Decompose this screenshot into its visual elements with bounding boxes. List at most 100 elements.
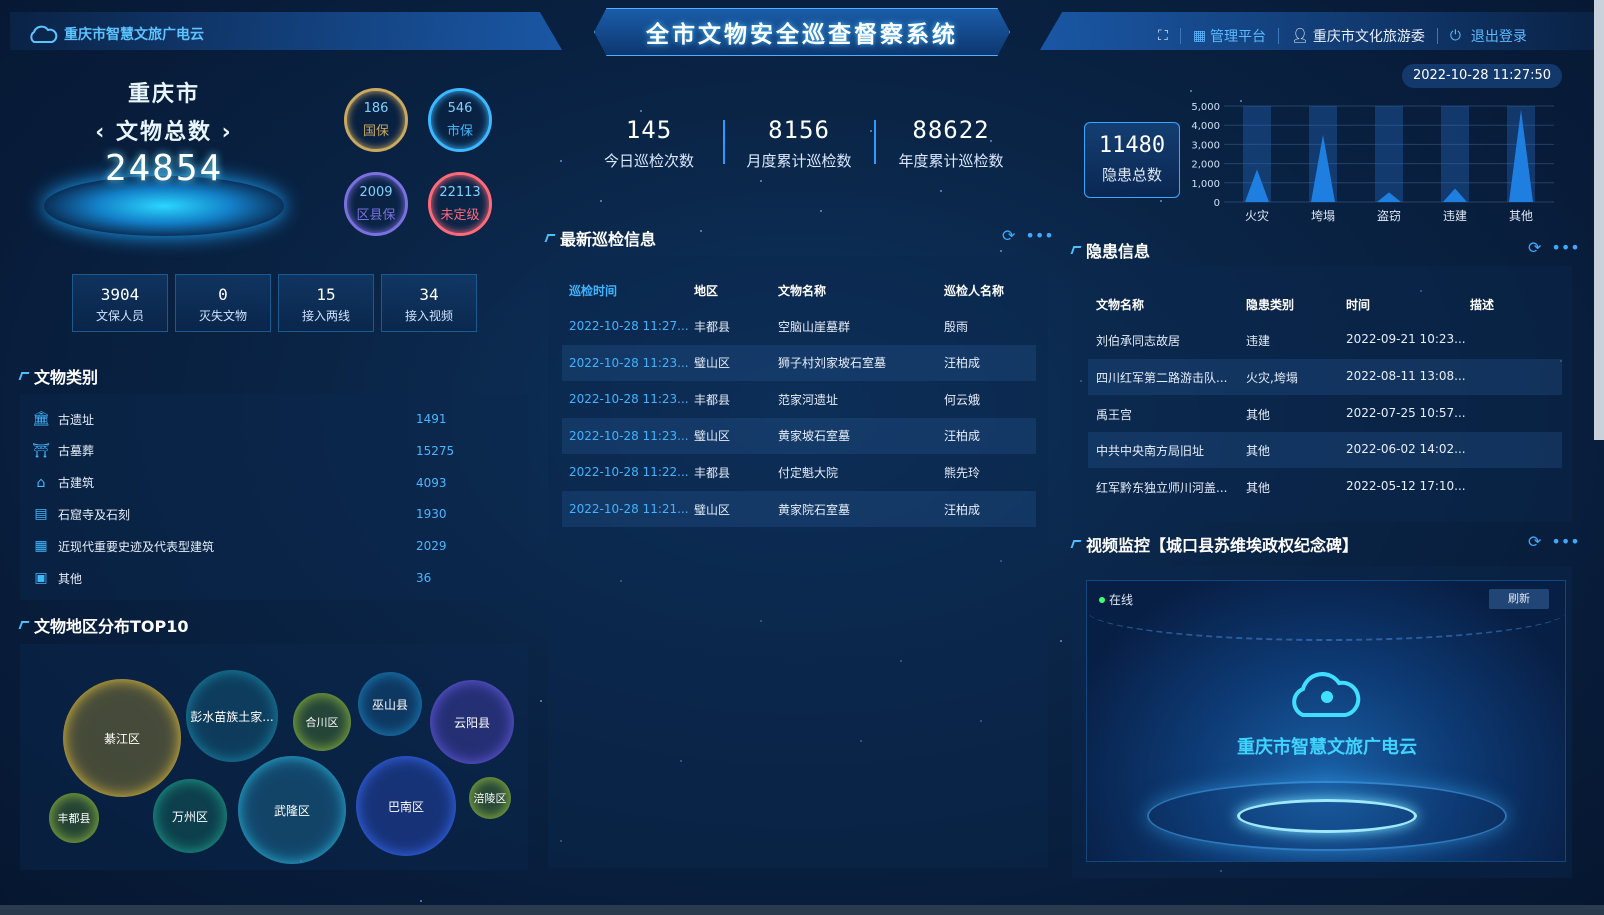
table-cell: 璧山区	[694, 429, 731, 444]
table-row[interactable]: 2022-10-28 11:27... 丰都县 空脑山崖墓群 殷雨	[562, 308, 1036, 344]
video-actions: ⟳ •••	[1528, 532, 1580, 551]
table-cell: 红军黔东独立师川河盖...	[1096, 481, 1228, 496]
protection-ring[interactable]: 186 国保	[344, 88, 408, 152]
column-header[interactable]: 隐患类别	[1246, 296, 1294, 313]
hazard-total-value: 11480	[1098, 133, 1166, 158]
region-bubble[interactable]: 彭水苗族土家...	[186, 670, 278, 762]
patrol-stat-label: 今日巡检次数	[603, 152, 694, 170]
table-row[interactable]: 四川红军第二路游击队... 火灾,垮塌 2022-08-11 13:08...	[1088, 358, 1562, 395]
logout-link[interactable]: ⏻ 退出登录	[1450, 26, 1527, 46]
region-bubble[interactable]: 万州区	[153, 779, 227, 853]
cloud-icon	[30, 25, 58, 43]
table-cell: 火灾,垮塌	[1246, 370, 1298, 385]
star-dot	[640, 110, 642, 112]
y-tick-label: 2,000	[1191, 160, 1220, 171]
table-row[interactable]: 中共中央南方局旧址 其他 2022-06-02 14:02...	[1088, 432, 1562, 469]
brand-text: 重庆市智慧文旅广电云	[64, 27, 204, 43]
category-row[interactable]: ⌂ 古建筑 4093	[32, 470, 502, 496]
table-row[interactable]: 禹王宫 其他 2022-07-25 10:57...	[1088, 396, 1562, 432]
category-row[interactable]: ▦ 近现代重要史迹及代表型建筑 2029	[32, 533, 502, 559]
nav-separator	[1278, 28, 1280, 44]
refresh-icon[interactable]: ⟳	[1528, 238, 1541, 257]
column-header[interactable]: 文物名称	[1096, 296, 1144, 313]
header-nav: ⛶ ▦ 管理平台 👤︎ 重庆市文化旅游委 ⏻ 退出登录	[1158, 26, 1527, 46]
protection-ring[interactable]: 22113 未定级	[428, 172, 492, 236]
table-row[interactable]: 2022-10-28 11:21... 璧山区 黄家院石室墓 汪柏成	[562, 491, 1036, 527]
region-bubble[interactable]: 涪陵区	[469, 777, 511, 819]
table-row[interactable]: 2022-10-28 11:23... 璧山区 狮子村刘家坡石室墓 汪柏成	[562, 344, 1036, 381]
grid-icon: ▦	[1192, 28, 1207, 44]
fullscreen-icon[interactable]: ⛶	[1158, 28, 1168, 44]
star-dot	[1060, 640, 1062, 642]
table-cell: 丰都县	[694, 392, 731, 407]
column-header[interactable]: 巡检时间	[569, 282, 617, 299]
table-cell: 范家河遗址	[778, 392, 839, 407]
x-tick-label: 违建	[1443, 209, 1467, 223]
video-brand-text: 重庆市智慧文旅广电云	[1237, 737, 1417, 758]
page-scrollbar[interactable]	[1594, 0, 1604, 440]
refresh-icon[interactable]: ⟳	[1528, 532, 1541, 551]
section-marker-icon	[18, 621, 30, 629]
region-bubble[interactable]: 巴南区	[356, 756, 456, 856]
table-cell: 2022-10-28 11:23...	[569, 392, 689, 407]
column-header[interactable]: 时间	[1346, 296, 1370, 313]
category-row[interactable]: ⛩︎ 古墓葬 15275	[32, 438, 502, 464]
table-cell: 2022-08-11 13:08...	[1346, 368, 1466, 383]
title-banner: 全市文物安全巡查督察系统	[594, 8, 1010, 56]
manage-platform-link[interactable]: ▦ 管理平台	[1193, 26, 1266, 46]
region-bubble[interactable]: 綦江区	[63, 679, 181, 797]
grotto-icon: ▤	[34, 506, 48, 523]
region-bubble[interactable]: 丰都县	[49, 793, 99, 843]
column-header[interactable]: 描述	[1470, 296, 1494, 313]
region-bubble[interactable]: 合川区	[293, 693, 351, 751]
table-cell: 2022-10-28 11:21...	[569, 502, 689, 516]
page-title: 全市文物安全巡查督察系统	[646, 22, 958, 48]
stat-label: 接入两线	[301, 309, 350, 323]
x-tick-label: 垮塌	[1311, 209, 1335, 223]
region-bubble[interactable]: 云阳县	[430, 680, 514, 764]
protection-ring[interactable]: 2009 区县保	[344, 172, 408, 236]
video-player[interactable]: 在线 刷新 重庆市智慧文旅广电云	[1086, 580, 1566, 862]
table-cell: 2022-09-21 10:23...	[1346, 332, 1466, 346]
table-row[interactable]: 2022-10-28 11:23... 丰都县 范家河遗址 何云娥	[562, 381, 1036, 417]
column-header[interactable]: 文物名称	[778, 282, 826, 299]
category-name: 古遗址	[58, 412, 95, 427]
region-bubble[interactable]: 武隆区	[238, 756, 346, 864]
more-icon[interactable]: •••	[1025, 226, 1053, 245]
refresh-icon[interactable]: ⟳	[1002, 226, 1015, 245]
region-bubble[interactable]: 巫山县	[358, 672, 422, 736]
column-header[interactable]: 巡检人名称	[944, 282, 1004, 299]
section-marker-icon	[18, 372, 30, 380]
category-row[interactable]: ▣ 其他 36	[32, 565, 502, 591]
ring-label: 未定级	[440, 208, 480, 223]
table-cell: 2022-10-28 11:27...	[569, 319, 689, 333]
protection-ring[interactable]: 546 市保	[428, 88, 492, 152]
stat-value: 15	[316, 285, 336, 304]
table-cell: 璧山区	[694, 356, 731, 371]
table-row[interactable]: 红军黔东独立师川河盖... 其他 2022-05-12 17:10...	[1088, 469, 1562, 505]
user-menu[interactable]: 👤︎ 重庆市文化旅游委	[1291, 26, 1425, 46]
table-row[interactable]: 2022-10-28 11:22... 丰都县 付定魁大院 熊先玲	[562, 454, 1036, 490]
other-icon: ▣	[34, 570, 48, 586]
table-cell: 违建	[1246, 334, 1271, 348]
category-row[interactable]: ▤ 石窟寺及石刻 1930	[32, 501, 502, 527]
y-tick-label: 5,000	[1191, 102, 1220, 113]
tomb-icon: ⛩︎	[32, 442, 50, 459]
column-header[interactable]: 地区	[694, 282, 718, 299]
table-row[interactable]: 刘伯承同志故居 违建 2022-09-21 10:23...	[1088, 322, 1562, 358]
y-tick-label: 4,000	[1191, 121, 1220, 132]
more-icon[interactable]: •••	[1551, 532, 1579, 551]
pavilion-icon: ⌂	[36, 474, 46, 491]
relics-total-panel: 重庆市 ‹ 文物总数 › 24854	[40, 76, 288, 246]
more-icon[interactable]: •••	[1551, 238, 1579, 257]
category-row[interactable]: 🏛︎ 古遗址 1491	[32, 406, 502, 432]
x-tick-label: 盗窃	[1377, 208, 1401, 223]
table-cell: 中共中央南方局旧址	[1096, 444, 1205, 459]
category-name: 石窟寺及石刻	[58, 507, 131, 522]
table-row[interactable]: 2022-10-28 11:23... 璧山区 黄家坡石室墓 汪柏成	[562, 417, 1036, 454]
table-cell: 狮子村刘家坡石室墓	[778, 356, 887, 371]
table-cell: 2022-10-28 11:23...	[569, 355, 689, 370]
category-count: 4093	[416, 475, 447, 490]
ring-value: 22113	[439, 185, 481, 200]
category-name: 近现代重要史迹及代表型建筑	[58, 539, 215, 554]
